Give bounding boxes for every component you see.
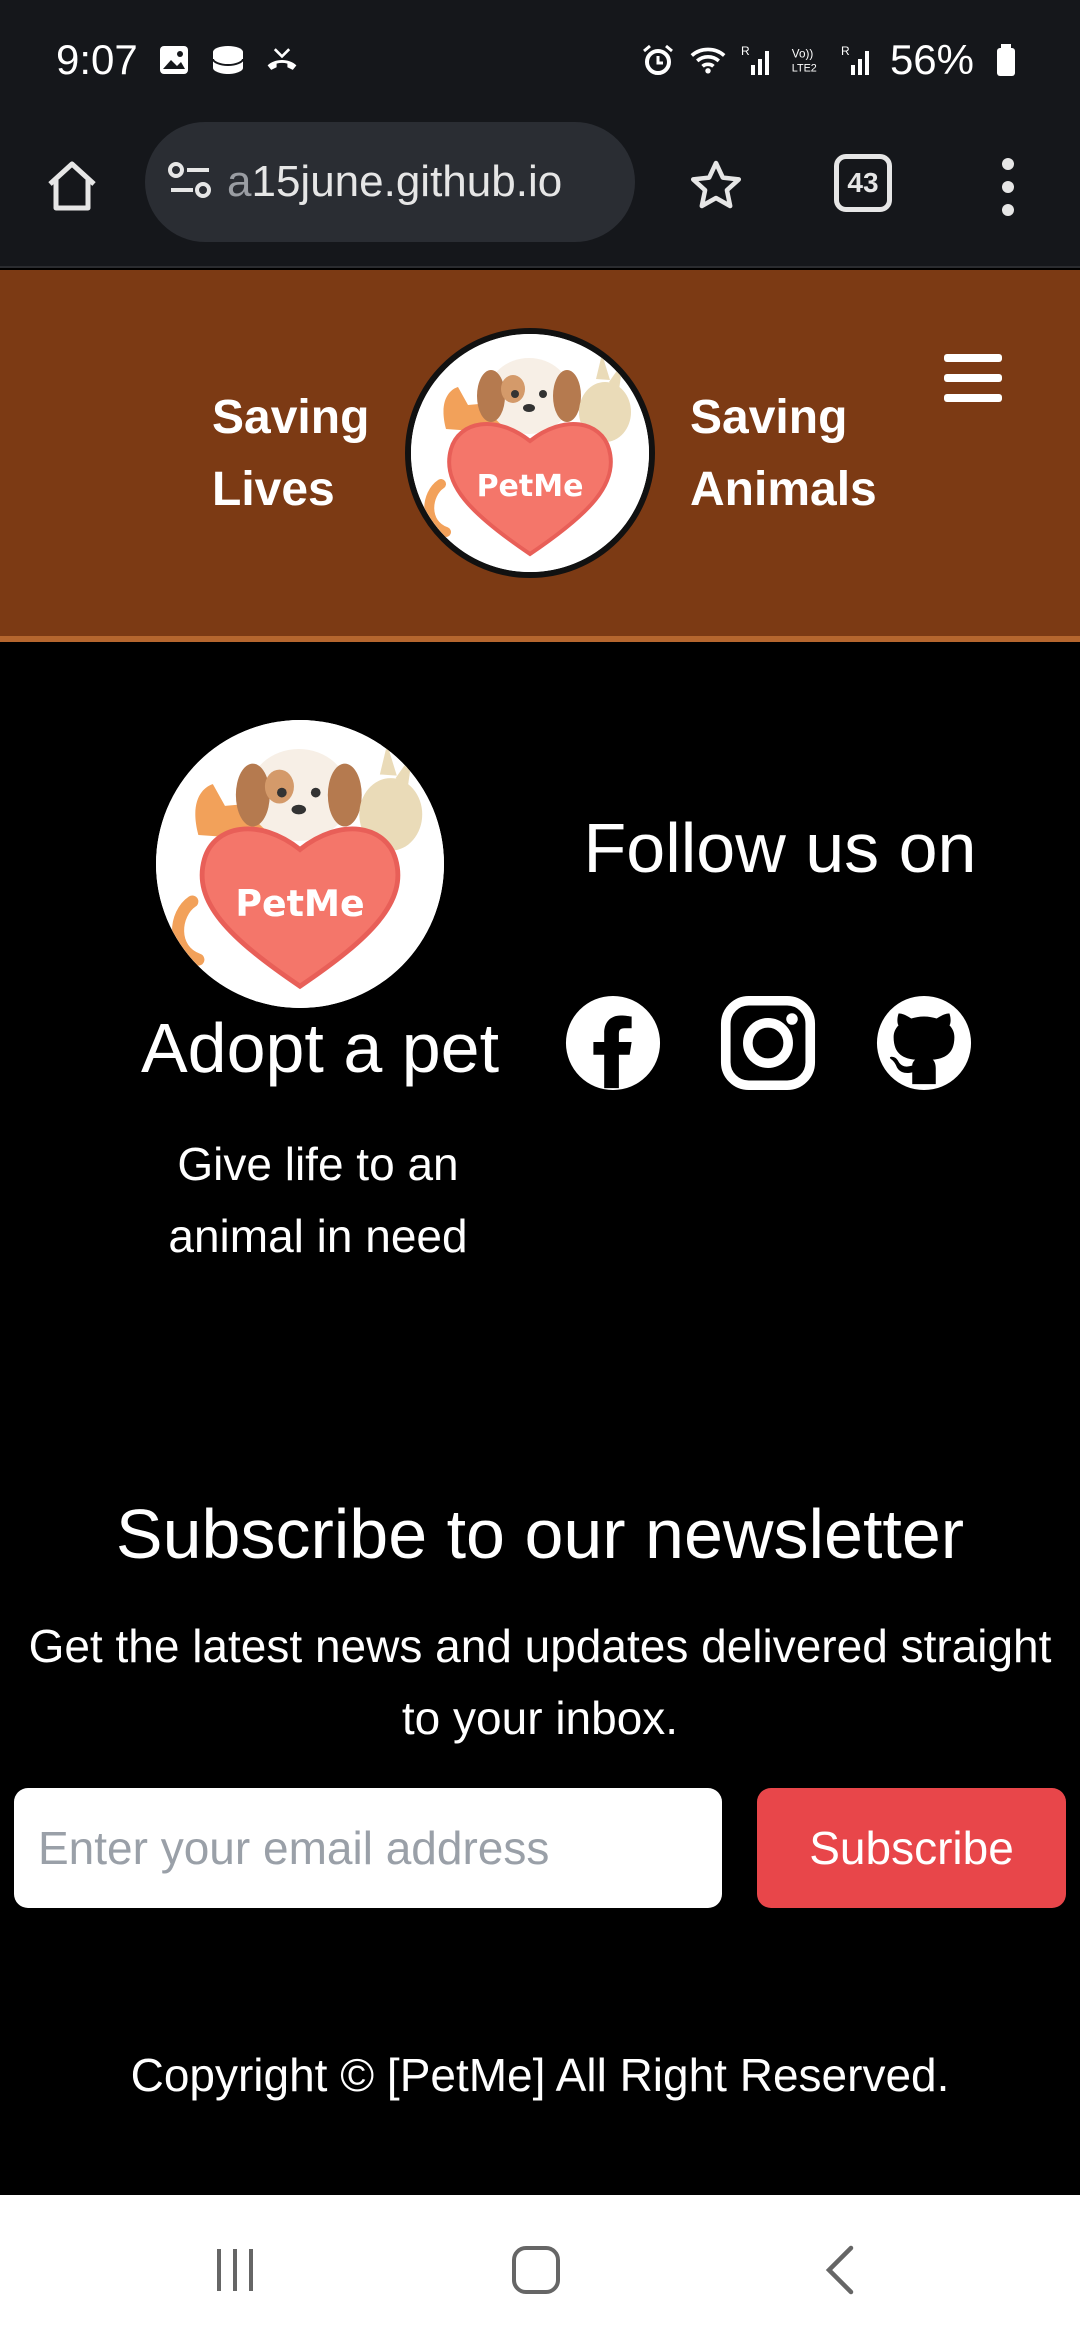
tagline-right: Saving Animals [690,391,877,516]
site-header: Saving Lives PetMe Saving Animals [0,270,1080,642]
logo-text: PetMe [235,882,364,925]
svg-text:Vo)): Vo)) [792,47,814,60]
facebook-icon[interactable] [563,993,663,1093]
url-text: a15june.github.io [227,157,563,206]
github-icon[interactable] [874,993,974,1093]
adopt-subtitle: Give life to an animal in need [168,1138,468,1262]
header-logo[interactable]: PetMe [405,328,655,578]
back-icon[interactable] [802,2235,882,2305]
tagline-left: Saving Lives [212,391,370,516]
footer-logo[interactable]: PetMe [156,720,444,1008]
volte-icon: Vo)) LTE2 [790,42,826,78]
home-icon[interactable] [36,150,108,222]
alarm-icon [640,42,676,78]
home-nav-icon[interactable] [496,2235,576,2305]
status-time: 9:07 [56,36,138,83]
tab-switcher-button[interactable]: 43 [834,154,892,212]
image-icon [156,42,192,78]
petme-logo-icon: PetMe [156,720,444,1008]
browser-menu-icon[interactable] [990,152,1026,222]
signal-icon: R [740,42,776,78]
follow-title: Follow us on [583,809,977,887]
address-bar[interactable]: a15june.github.io [145,122,635,242]
instagram-icon[interactable] [718,993,818,1093]
site-settings-icon[interactable] [167,160,213,205]
svg-text:R: R [741,44,750,58]
svg-text:R: R [841,44,850,58]
bookmark-star-icon[interactable] [680,150,752,222]
android-nav-bar [0,2195,1080,2340]
status-bar: 9:07 R Vo)) LTE2 R 56% [0,0,1080,120]
signal-icon: R [840,42,876,78]
hamburger-menu-icon[interactable] [944,354,1002,402]
browser-toolbar: a15june.github.io 43 [0,120,1080,268]
footer: PetMe Adopt a pet Give life to an animal… [0,648,1080,2193]
battery-percent: 56% [889,36,974,83]
battery-icon [988,42,1024,78]
logo-text: PetMe [477,469,584,504]
missed-call-icon [264,42,300,78]
adopt-title: Adopt a pet [140,1009,500,1087]
subscribe-button[interactable]: Subscribe [757,1788,1066,1908]
storage-icon [210,42,246,78]
petme-logo-icon: PetMe [411,334,649,572]
copyright-text: Copyright © [PetMe] All Right Reserved. [130,2049,950,2101]
email-input[interactable] [14,1788,722,1908]
wifi-icon [690,42,726,78]
svg-text:LTE2: LTE2 [792,63,817,75]
newsletter-subtitle: Get the latest news and updates delivere… [28,1620,1052,1744]
newsletter-title: Subscribe to our newsletter [115,1495,965,1573]
recent-apps-icon[interactable] [195,2235,275,2305]
